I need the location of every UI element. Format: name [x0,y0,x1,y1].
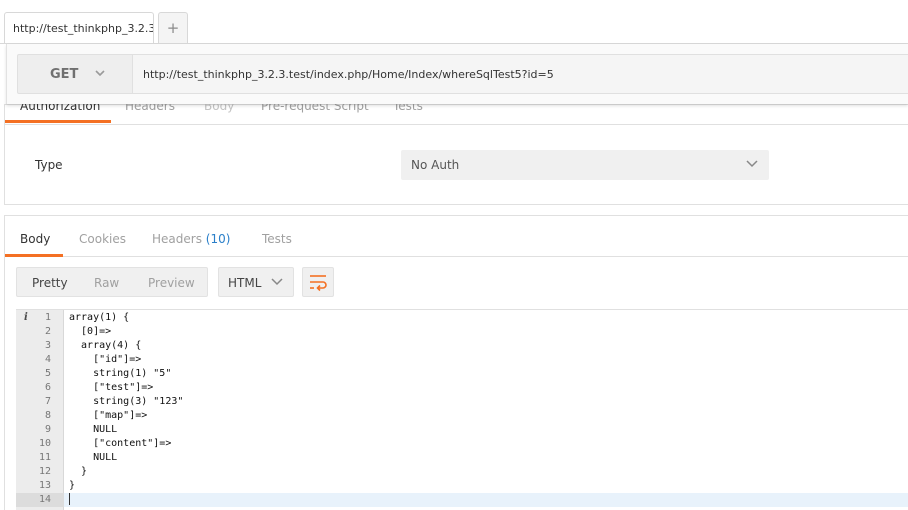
code-line: ["map"]=> [69,410,148,421]
code-line: } [69,480,76,491]
language-select[interactable]: HTML [218,267,294,297]
line-number: 14 [16,493,64,507]
url-input[interactable]: http://test_thinkphp_3.2.3.test/index.ph… [133,54,908,94]
method-label: GET [50,67,79,82]
line-number: 4 [16,353,64,367]
request-tabs: Authorization Headers Body Pre-request S… [5,99,908,125]
line-number-text: 9 [44,424,51,435]
line-number-text: 6 [44,382,51,393]
tab-response-body[interactable]: Body [20,232,50,246]
line-number-text: 13 [38,480,51,491]
response-tabs: Body Cookies Headers (10) Tests [5,216,908,257]
line-number: 6 [16,381,64,395]
url-bar: GET http://test_thinkphp_3.2.3.test/inde… [6,44,908,104]
code-line: string(3) "123" [69,396,184,407]
add-tab-button[interactable]: + [158,12,188,44]
chevron-down-icon [94,67,106,82]
auth-type-value: No Auth [411,158,460,172]
code-line: [0]=> [69,326,112,337]
tab-response-headers[interactable]: Headers (10) [152,232,230,246]
active-tab-indicator [5,120,111,123]
code-line: } [69,466,88,477]
view-raw-button[interactable]: Raw [94,276,119,290]
line-number-gutter: i 1 2 3 4 5 6 7 8 9 10 11 12 13 14 [16,310,64,510]
code-line: array(1) { [69,312,130,323]
code-line: NULL [69,452,118,463]
line-number-text: 10 [38,438,51,449]
tab-response-tests[interactable]: Tests [262,232,292,246]
line-number-text: 11 [38,452,51,463]
code-line: string(1) "5" [69,368,172,379]
line-number-text: 4 [44,354,51,365]
line-number: 2 [16,325,64,339]
code-line: ["test"]=> [69,382,154,393]
language-value: HTML [228,276,262,290]
auth-type-label: Type [35,158,63,172]
line-number: 12 [16,465,64,479]
code-line: ["id"]=> [69,354,142,365]
active-response-tab-indicator [5,254,63,257]
chevron-down-icon [270,274,284,291]
auth-type-select[interactable]: No Auth [401,150,769,180]
code-line: array(4) { [69,340,142,351]
line-number-text: 8 [44,410,51,421]
view-mode-group: Pretty Raw Preview [16,267,208,297]
wrap-lines-button[interactable] [302,267,334,297]
response-panel: Body Cookies Headers (10) Tests Pretty R… [4,215,908,510]
line-number: 8 [16,409,64,423]
wrap-lines-icon [303,275,333,299]
info-icon: i [24,312,28,323]
request-panel: Authorization Headers Body Pre-request S… [4,99,908,205]
line-number: 7 [16,395,64,409]
line-number-text: 14 [38,494,51,505]
line-number-text: 7 [44,396,51,407]
code-line: ["content"]=> [69,438,172,449]
line-number-text: 1 [44,312,51,323]
view-pretty-button[interactable]: Pretty [32,276,68,290]
line-number-text: 12 [38,466,51,477]
view-preview-button[interactable]: Preview [148,276,195,290]
line-number: 9 [16,423,64,437]
line-number: i1 [16,311,64,325]
code-line: NULL [69,424,118,435]
line-number: 13 [16,479,64,493]
code-line [64,493,908,507]
chevron-down-icon [745,156,759,173]
line-number: 11 [16,451,64,465]
line-number: 3 [16,339,64,353]
tab-cookies[interactable]: Cookies [79,232,126,246]
request-tab[interactable]: http://test_thinkphp_3.2.3 [4,12,154,44]
line-number-text: 3 [44,340,51,351]
line-number: 10 [16,437,64,451]
line-number: 5 [16,367,64,381]
headers-tab-label: Headers [152,232,202,246]
line-number-text: 5 [44,368,51,379]
method-select[interactable]: GET [17,54,133,94]
headers-count-badge: (10) [205,232,231,246]
text-cursor [69,493,70,505]
line-number-text: 2 [44,326,51,337]
response-code-editor[interactable]: i 1 2 3 4 5 6 7 8 9 10 11 12 13 14 array(1) { [0]=> ar… [16,309,908,510]
tab-strip: http://test_thinkphp_3.2.3 + [0,0,908,44]
